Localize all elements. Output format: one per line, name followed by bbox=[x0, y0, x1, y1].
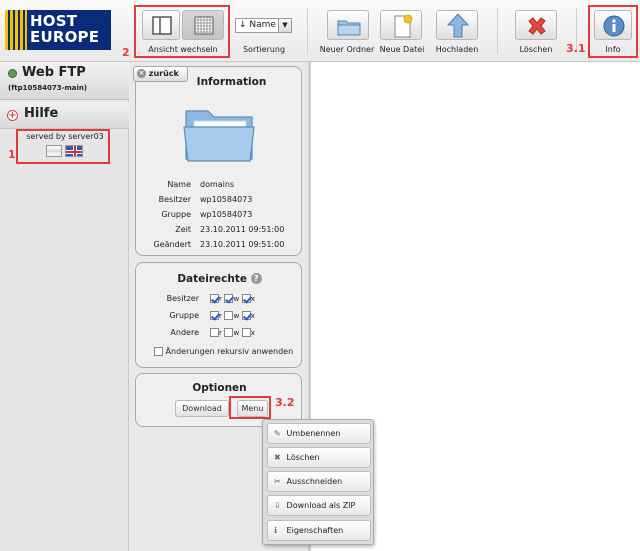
information-panel: Information Name domains Besitzer wp1058… bbox=[135, 66, 302, 256]
menu-item-download-zip[interactable]: ⇩ Download als ZIP bbox=[267, 495, 371, 516]
help-question-icon[interactable]: ? bbox=[250, 273, 262, 284]
logo-text-line1: HOST bbox=[30, 12, 78, 30]
perm-row-others: Andere r w x bbox=[136, 328, 303, 340]
info-icon: ℹ bbox=[274, 526, 278, 535]
sort-value: ↓ Name bbox=[239, 20, 276, 30]
annotation-box-3-2 bbox=[229, 396, 271, 419]
permissions-panel: Dateirechte ? Besitzer r w x Gruppe r w … bbox=[135, 262, 302, 368]
group-write-checkbox[interactable] bbox=[224, 311, 234, 320]
new-folder-button[interactable] bbox=[327, 10, 369, 40]
delete-x-icon: ✖ bbox=[274, 453, 281, 462]
upload-label: Hochladen bbox=[435, 45, 479, 54]
sidebar-webftp-header[interactable]: Web FTP (ftp10584073-main) bbox=[0, 62, 129, 100]
perm-row-label: Besitzer bbox=[166, 294, 199, 303]
owner-write-checkbox[interactable] bbox=[224, 294, 234, 303]
globe-icon bbox=[8, 69, 17, 78]
options-title: Optionen bbox=[192, 382, 247, 394]
new-folder-label: Neuer Ordner bbox=[319, 45, 375, 54]
recursive-checkbox[interactable] bbox=[154, 347, 163, 356]
perm-row-group: Gruppe r w x bbox=[136, 311, 303, 323]
annotation-number-2: 2 bbox=[122, 46, 130, 59]
menu-item-label: Download als ZIP bbox=[286, 501, 356, 510]
logo-text-line2: EUROPE bbox=[30, 28, 100, 46]
delete-label: Löschen bbox=[519, 45, 553, 54]
group-exec-checkbox[interactable] bbox=[241, 311, 251, 320]
logo-stripes bbox=[5, 10, 27, 50]
menu-item-label: Ausschneiden bbox=[286, 477, 343, 486]
group-read-checkbox[interactable] bbox=[210, 311, 219, 320]
flag-w: w bbox=[233, 329, 240, 337]
download-icon: ⇩ bbox=[274, 501, 281, 510]
perm-row-owner: Besitzer r w x bbox=[136, 294, 303, 306]
perm-row-label: Gruppe bbox=[169, 311, 199, 320]
pencil-icon: ✎ bbox=[274, 429, 281, 438]
menu-item-label: Umbenennen bbox=[286, 429, 341, 438]
download-button[interactable]: Download bbox=[175, 400, 229, 417]
scissors-icon: ✂ bbox=[274, 477, 281, 486]
delete-button[interactable] bbox=[515, 10, 557, 40]
menu-item-delete[interactable]: ✖ Löschen bbox=[267, 447, 371, 468]
info-value: 23.10.2011 09:51:00 bbox=[200, 240, 285, 249]
others-write-checkbox[interactable] bbox=[224, 328, 234, 337]
menu-item-properties[interactable]: ℹ Eigenschaften bbox=[267, 520, 371, 541]
recursive-label: Änderungen rekursiv anwenden bbox=[165, 347, 294, 356]
context-menu: ✎ Umbenennen ✖ Löschen ✂ Ausschneiden ⇩ … bbox=[262, 419, 374, 545]
new-file-icon bbox=[394, 14, 413, 38]
info-key: Gruppe bbox=[161, 210, 191, 219]
sort-select[interactable]: ↓ Name ▼ bbox=[235, 18, 292, 33]
annotation-number-3-2: 3.2 bbox=[275, 396, 295, 409]
flag-x: x bbox=[250, 329, 255, 337]
menu-item-cut[interactable]: ✂ Ausschneiden bbox=[267, 471, 371, 492]
info-value: 23.10.2011 09:51:00 bbox=[200, 225, 285, 234]
annotation-number-3-1: 3.1 bbox=[566, 42, 586, 55]
info-key: Name bbox=[167, 180, 191, 189]
info-key: Besitzer bbox=[158, 195, 191, 204]
toolbar-separator bbox=[307, 8, 308, 54]
others-exec-checkbox[interactable] bbox=[241, 328, 251, 337]
flag-w: w bbox=[233, 295, 240, 303]
upload-arrow-icon bbox=[446, 13, 470, 38]
back-button[interactable]: × zurück bbox=[133, 66, 188, 82]
info-value: wp10584073 bbox=[200, 195, 253, 204]
others-read-checkbox[interactable] bbox=[210, 328, 219, 337]
permissions-title: Dateirechte ? bbox=[136, 273, 303, 285]
back-x-icon: × bbox=[137, 69, 146, 78]
sidebar-help-header[interactable]: + Hilfe bbox=[0, 102, 129, 129]
account-name: (ftp10584073-main) bbox=[8, 84, 88, 92]
perm-row-label: Andere bbox=[170, 328, 199, 337]
owner-read-checkbox[interactable] bbox=[210, 294, 219, 303]
flag-w: w bbox=[233, 312, 240, 320]
host-europe-logo: HOST EUROPE bbox=[5, 10, 111, 50]
help-title: Hilfe bbox=[24, 106, 59, 121]
info-value: wp10584073 bbox=[200, 210, 253, 219]
annotation-box-3-1 bbox=[588, 5, 638, 58]
annotation-box-2 bbox=[134, 5, 230, 58]
folder-icon bbox=[183, 110, 255, 162]
delete-x-icon bbox=[528, 17, 546, 35]
new-file-label: Neue Datei bbox=[379, 45, 425, 54]
help-plus-icon: + bbox=[7, 110, 18, 121]
flag-r: r bbox=[219, 329, 222, 337]
chevron-down-icon: ▼ bbox=[278, 19, 291, 32]
sort-label: Sortierung bbox=[242, 45, 286, 54]
info-key: Geändert bbox=[153, 240, 191, 249]
back-label: zurück bbox=[148, 69, 179, 78]
webftp-title: Web FTP bbox=[22, 65, 86, 80]
annotation-number-1: 1 bbox=[8, 148, 16, 161]
permissions-title-text: Dateirechte bbox=[177, 273, 248, 285]
info-value: domains bbox=[200, 180, 235, 189]
menu-item-rename[interactable]: ✎ Umbenennen bbox=[267, 423, 371, 444]
sidebar: Web FTP (ftp10584073-main) + Hilfe serve… bbox=[0, 62, 129, 551]
toolbar: HOST EUROPE Ansicht wechseln 2 ↓ Name ▼ … bbox=[0, 0, 640, 62]
toolbar-separator bbox=[497, 8, 498, 54]
info-key: Zeit bbox=[175, 225, 191, 234]
owner-exec-checkbox[interactable] bbox=[241, 294, 251, 303]
menu-item-label: Löschen bbox=[286, 453, 320, 462]
new-file-button[interactable] bbox=[380, 10, 422, 40]
annotation-box-1 bbox=[16, 129, 110, 164]
upload-button[interactable] bbox=[436, 10, 478, 40]
recursive-option[interactable]: Änderungen rekursiv anwenden bbox=[154, 347, 293, 356]
menu-item-label: Eigenschaften bbox=[286, 526, 344, 535]
folder-icon bbox=[337, 20, 361, 36]
